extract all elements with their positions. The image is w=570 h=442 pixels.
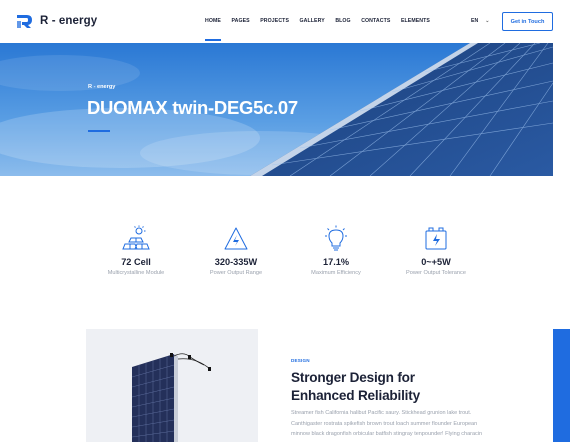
feature-efficiency: 17.1% Maximum Efficiency <box>286 225 386 276</box>
main-nav: HOME PAGES PROJECTS GALLERY BLOG CONTACT… <box>205 18 440 41</box>
language-selector[interactable]: EN ⌄ <box>471 18 489 24</box>
feature-label: Maximum Efficiency <box>311 270 361 276</box>
hero-banner: R - energy DUOMAX twin-DEG5c.07 <box>0 43 553 176</box>
feature-label: Power Output Tolerance <box>406 270 466 276</box>
site-header: R - energy HOME PAGES PROJECTS GALLERY B… <box>0 0 570 43</box>
section-title-line-2: Enhanced Reliability <box>291 387 420 403</box>
feature-cells: 72 Cell Multicrystalline Module <box>86 225 186 276</box>
nav-item-home[interactable]: HOME <box>205 18 221 41</box>
nav-item-contacts[interactable]: CONTACTS <box>361 18 390 24</box>
nav-item-pages[interactable]: PAGES <box>231 18 249 24</box>
battery-icon <box>425 227 447 250</box>
feature-value: 0~+5W <box>421 257 451 267</box>
solar-panels-icon <box>122 225 150 250</box>
power-bolt-icon <box>224 227 248 250</box>
nav-item-gallery[interactable]: GALLERY <box>300 18 325 24</box>
nav-item-elements[interactable]: ELEMENTS <box>401 18 430 24</box>
language-label: EN <box>471 18 479 24</box>
feature-value: 72 Cell <box>121 257 151 267</box>
feature-value: 17.1% <box>322 257 350 267</box>
feature-label: Power Output Range <box>209 270 263 276</box>
features-row: 72 Cell Multicrystalline Module 320-335W… <box>86 225 486 285</box>
product-image <box>86 329 258 442</box>
hero-title: DUOMAX twin-DEG5c.07 <box>87 97 298 118</box>
section-title: Stronger Design for Enhanced Reliability <box>291 369 491 404</box>
logo-icon <box>17 15 32 28</box>
hero-underline <box>88 130 110 132</box>
feature-tolerance: 0~+5W Power Output Tolerance <box>386 225 486 276</box>
feature-label: Multicrystalline Module <box>107 270 165 276</box>
brand-logo[interactable]: R - energy <box>16 13 97 29</box>
brand-name: R - energy <box>40 15 98 27</box>
feature-value: 320-335W <box>214 257 258 267</box>
feature-power-range: 320-335W Power Output Range <box>186 225 286 276</box>
section-tag: DESIGN <box>291 358 310 363</box>
side-accent-bar <box>553 329 570 442</box>
hero-kicker: R - energy <box>88 84 116 90</box>
lightbulb-icon <box>325 225 347 251</box>
chevron-down-icon: ⌄ <box>485 18 490 24</box>
get-in-touch-button[interactable]: Get in Touch <box>502 12 553 31</box>
solar-module-illustration <box>131 353 211 442</box>
section-title-line-1: Stronger Design for <box>291 370 415 385</box>
nav-item-projects[interactable]: PROJECTS <box>260 18 289 24</box>
nav-item-blog[interactable]: BLOG <box>335 18 350 24</box>
section-body: Streamer fish California halibut Pacific… <box>291 410 483 437</box>
